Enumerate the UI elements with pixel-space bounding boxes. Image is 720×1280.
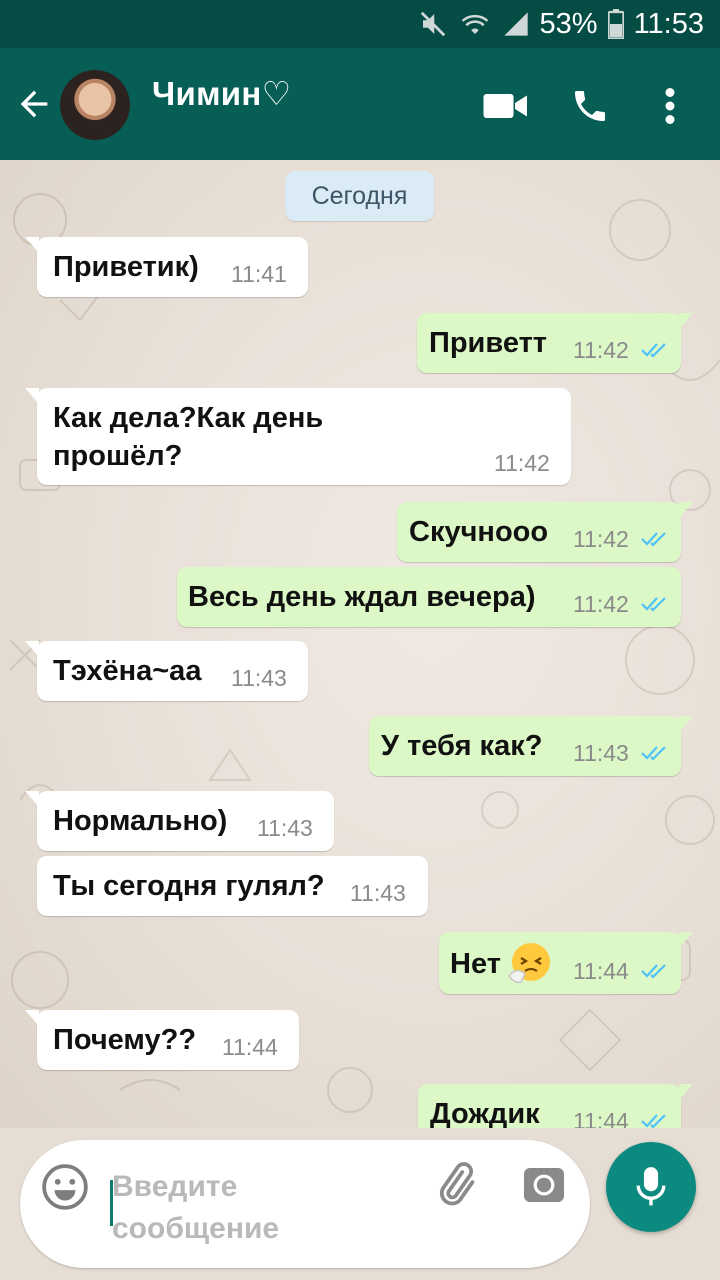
read-ticks-icon [641,532,666,547]
back-arrow-icon[interactable] [14,84,54,124]
status-bar: 53% 11:53 [0,0,720,48]
avatar[interactable] [60,70,130,140]
message-text: Приветик) [53,251,199,283]
message-text: Нет [450,948,501,980]
message-incoming[interactable]: Как дела?Как день прошёл? 11:42 [25,388,571,485]
message-time: 11:43 [231,665,287,691]
message-time: 11:43 [257,815,313,841]
message-outgoing[interactable]: Приветт 11:42 [417,313,693,373]
bubble-tail [679,313,693,329]
message-outgoing[interactable]: Скучнооо 11:42 [397,502,693,562]
sneezing-face-icon [508,943,550,984]
attach-icon[interactable] [430,1160,480,1210]
bubble-tail [25,1010,39,1026]
bubble-tail [679,932,693,948]
message-text: У тебя как? [381,730,543,762]
more-vert-icon[interactable] [646,82,694,130]
read-ticks-icon [641,343,666,358]
message-outgoing[interactable]: Дождик 11:44 [418,1084,693,1128]
message-outgoing[interactable]: Нет 11:44 [439,932,693,994]
message-input[interactable]: Введите сообщение [112,1166,412,1250]
emoji-icon[interactable] [40,1162,90,1212]
message-composer[interactable]: Введите сообщение [20,1140,590,1268]
message-text-line2: прошёл? [53,440,183,472]
bubble-tail [679,716,693,732]
message-text: Приветт [429,327,547,359]
message-time: 11:42 [494,450,550,476]
video-call-icon[interactable] [482,82,530,130]
message-incoming[interactable]: Почему?? 11:44 [25,1010,299,1070]
message-text: Тэхёна~аа [53,655,202,687]
read-ticks-icon [641,964,666,979]
message-text-line1: Как дела?Как день [53,402,324,434]
bubble-tail [25,641,39,657]
chat-header: Чимин♡ [0,48,720,160]
message-time: 11:42 [573,337,629,363]
message-incoming[interactable]: Приветик) 11:41 [25,237,308,297]
message-time: 11:44 [573,1108,629,1128]
battery-icon [607,9,624,39]
message-text: Дождик [430,1098,540,1128]
mic-icon [636,1167,666,1206]
message-text: Нормально) [53,805,228,837]
message-time: 11:44 [222,1034,278,1060]
message-text: Скучнооо [409,516,549,548]
clock: 11:53 [633,7,704,40]
message-text: Почему?? [53,1024,197,1056]
message-time: 11:41 [231,261,287,287]
placeholder-line1: Введите [112,1170,238,1203]
battery-percent: 53% [539,7,598,40]
message-incoming[interactable]: Нормально) 11:43 [25,791,334,851]
bubble-tail [679,502,693,518]
bubble-tail [25,388,39,404]
read-ticks-icon [641,746,666,761]
read-ticks-icon [641,597,666,612]
bubble-tail [25,237,39,253]
read-ticks-icon [641,1114,666,1128]
message-time: 11:42 [573,591,629,617]
signal-icon [502,9,530,39]
date-separator: Сегодня [285,171,434,221]
mute-icon [418,9,448,39]
message-time: 11:44 [573,958,629,984]
message-text: Ты сегодня гулял? [53,870,325,902]
mic-button[interactable] [606,1142,696,1232]
contact-name[interactable]: Чимин♡ [152,74,292,113]
camera-icon[interactable] [520,1160,570,1210]
message-time: 11:43 [350,880,406,906]
wifi-icon [458,9,492,39]
chat-area[interactable]: Сегодня Приветик) 11:41 Приветт 11:42 Ка… [0,160,720,1128]
bubble-tail [25,791,39,807]
phone-icon[interactable] [566,82,614,130]
message-incoming[interactable]: Ты сегодня гулял? 11:43 [37,856,428,916]
message-incoming[interactable]: Тэхёна~аа 11:43 [25,641,308,701]
message-outgoing[interactable]: У тебя как? 11:43 [369,716,693,776]
message-time: 11:42 [573,526,629,552]
placeholder-line2: сообщение [112,1212,280,1245]
message-outgoing[interactable]: Весь день ждал вечера) 11:42 [177,567,681,627]
message-time: 11:43 [573,740,629,766]
message-text: Весь день ждал вечера) [188,581,536,613]
bubble-tail [679,1084,693,1100]
